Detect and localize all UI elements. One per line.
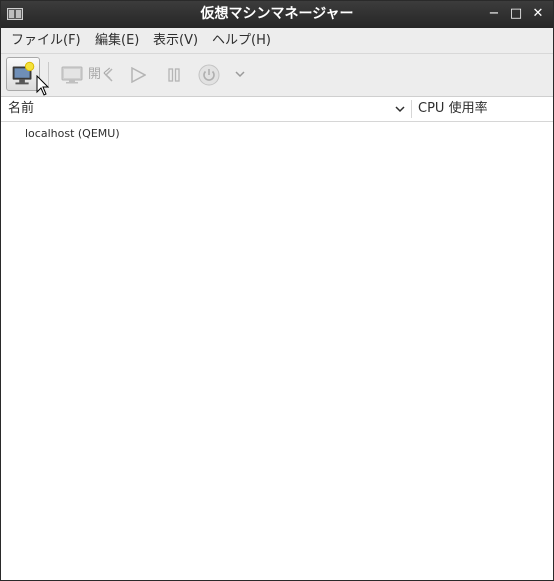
- new-vm-button[interactable]: [6, 57, 40, 91]
- open-arrow-icon: [105, 68, 113, 82]
- chevron-down-icon[interactable]: [234, 68, 246, 80]
- maximize-button[interactable]: □: [507, 5, 525, 23]
- menu-view[interactable]: 表示(V): [153, 28, 198, 53]
- play-icon[interactable]: [130, 67, 146, 83]
- window-title: 仮想マシンマネージャー: [200, 6, 354, 22]
- pause-icon[interactable]: [166, 67, 182, 83]
- new-vm-icon: [12, 61, 35, 85]
- column-header: 名前 CPU 使用率: [1, 97, 553, 122]
- menu-edit[interactable]: 編集(E): [95, 28, 139, 53]
- power-icon[interactable]: [198, 64, 220, 86]
- connection-label: localhost (QEMU): [25, 127, 120, 140]
- chevron-down-icon[interactable]: [394, 103, 406, 115]
- monitor-icon[interactable]: [61, 66, 83, 84]
- toolbar: 開く: [1, 54, 553, 97]
- close-button[interactable]: ✕: [529, 5, 547, 23]
- list-item[interactable]: localhost (QEMU): [1, 124, 553, 144]
- column-cpu-header[interactable]: CPU 使用率: [418, 97, 488, 121]
- column-divider[interactable]: [411, 100, 412, 118]
- close-icon: ✕: [532, 6, 544, 21]
- minimize-icon: −: [488, 6, 500, 21]
- minimize-button[interactable]: −: [485, 5, 503, 23]
- title-bar[interactable]: 仮想マシンマネージャー − □ ✕: [1, 1, 553, 28]
- maximize-icon: □: [509, 6, 523, 21]
- virt-manager-window: 仮想マシンマネージャー − □ ✕ ファイル(F) 編集(E) 表示(V) ヘル…: [0, 0, 554, 581]
- connection-list: localhost (QEMU): [1, 122, 553, 579]
- column-name-header[interactable]: 名前: [8, 97, 34, 121]
- mouse-cursor-icon: [36, 75, 50, 96]
- menu-help[interactable]: ヘルプ(H): [212, 28, 271, 53]
- menu-bar: ファイル(F) 編集(E) 表示(V) ヘルプ(H): [1, 28, 553, 54]
- menu-file[interactable]: ファイル(F): [11, 28, 81, 53]
